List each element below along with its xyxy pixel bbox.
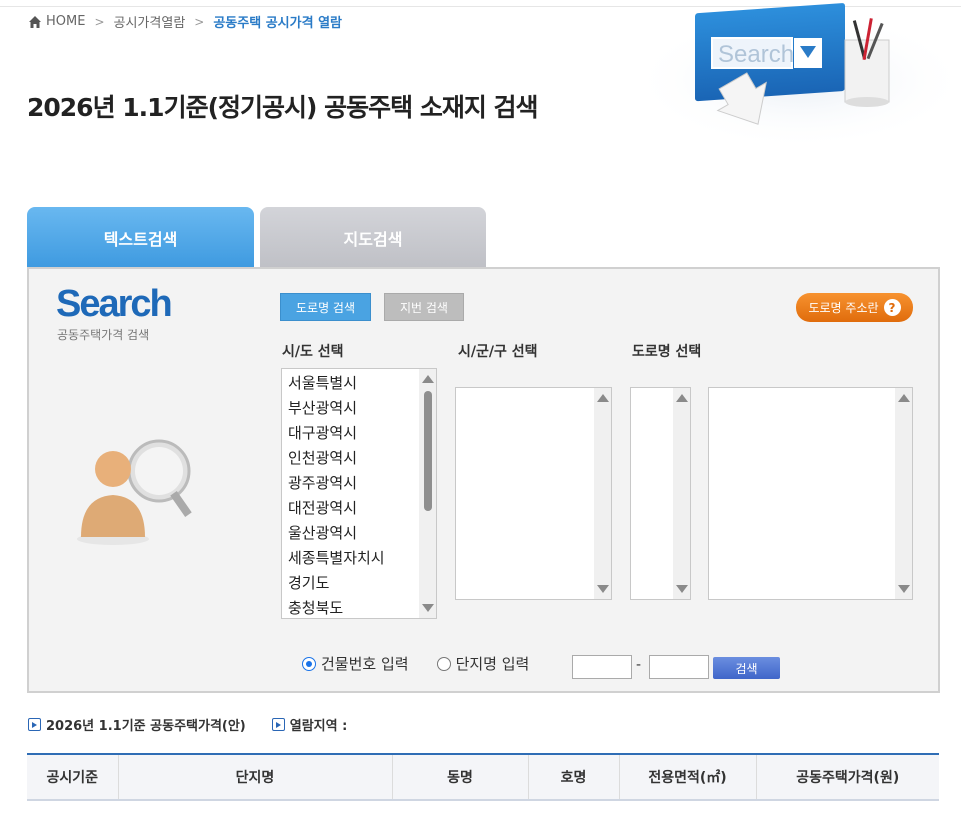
region-label: 열람지역 : — [289, 719, 348, 734]
chevron-right-icon: > — [194, 14, 205, 29]
arrow-box-icon — [271, 718, 285, 731]
col-complex: 단지명 — [118, 754, 393, 801]
sido-option[interactable]: 울산광역시 — [288, 521, 430, 546]
road-address-help-button[interactable]: 도로명 주소란 ? — [796, 293, 913, 322]
breadcrumb-current: 공동주택 공시가격 열람 — [213, 16, 342, 31]
col-price: 공동주택가격(원) — [756, 754, 939, 801]
road-initial-scrollbar[interactable] — [673, 388, 690, 599]
sido-option[interactable]: 부산광역시 — [288, 396, 430, 421]
sido-listbox[interactable]: 서울특별시 부산광역시 대구광역시 인천광역시 광주광역시 대전광역시 울산광역시 세종특별자… — [281, 368, 437, 619]
sido-option[interactable]: 세종특별자치시 — [288, 546, 430, 571]
sido-option[interactable]: 충청북도 — [288, 596, 430, 618]
complex-name-radio[interactable] — [436, 656, 451, 671]
scroll-up-icon[interactable] — [898, 394, 910, 402]
building-sub-number-input[interactable] — [649, 655, 709, 679]
road-name-scrollbar[interactable] — [895, 388, 912, 599]
search-monitor-illustration: Search — [630, 3, 950, 150]
scroll-down-icon[interactable] — [597, 585, 609, 593]
number-dash: - — [636, 657, 642, 673]
arrow-box-icon — [28, 718, 41, 731]
sido-option[interactable]: 인천광역시 — [288, 446, 430, 471]
result-info: 2026년 1.1기준 공동주택가격(안) 열람지역 : — [28, 715, 347, 734]
sido-scrollbar[interactable] — [419, 369, 436, 618]
breadcrumb: HOME > 공시가격열람 > 공동주택 공시가격 열람 — [28, 12, 342, 31]
breadcrumb-home[interactable]: HOME — [46, 14, 85, 29]
sigungu-scrollbar[interactable] — [594, 388, 611, 599]
search-panel: Search 공동주택가격 검색 도로명 검색 지번 검색 도로명 주소란 ? … — [27, 267, 940, 693]
complex-name-label[interactable]: 단지명 입력 — [456, 653, 530, 674]
page-title: 2026년 1.1기준(정기공시) 공동주택 소재지 검색 — [27, 93, 539, 122]
col-basis: 공시기준 — [27, 754, 119, 801]
search-logo: Search — [56, 283, 173, 325]
breadcrumb-level1[interactable]: 공시가격열람 — [114, 12, 186, 31]
home-icon — [29, 15, 41, 28]
sido-options: 서울특별시 부산광역시 대구광역시 인천광역시 광주광역시 대전광역시 울산광역시 세종특별자… — [282, 369, 436, 618]
search-button[interactable]: 검색 — [713, 657, 780, 679]
road-search-button[interactable]: 도로명 검색 — [280, 293, 371, 321]
sigungu-label: 시/군/구 선택 — [458, 344, 538, 360]
price-basis-label: 2026년 1.1기준 공동주택가격(안) — [46, 719, 246, 734]
sido-option[interactable]: 경기도 — [288, 571, 430, 596]
scroll-up-icon[interactable] — [422, 375, 434, 383]
table-header-row: 공시기준 단지명 동명 호명 전용면적(㎡) 공동주택가격(원) — [27, 754, 939, 801]
person-magnifier-illustration — [77, 439, 192, 545]
road-label: 도로명 선택 — [632, 344, 702, 360]
tab-text-search[interactable]: 텍스트검색 — [27, 207, 254, 268]
col-ho: 호명 — [528, 754, 620, 801]
sido-option[interactable]: 대구광역시 — [288, 421, 430, 446]
sido-label: 시/도 선택 — [282, 344, 344, 360]
lot-search-button[interactable]: 지번 검색 — [384, 293, 464, 321]
sido-option[interactable]: 대전광역시 — [288, 496, 430, 521]
question-icon: ? — [883, 299, 901, 316]
result-table: 공시기준 단지명 동명 호명 전용면적(㎡) 공동주택가격(원) — [27, 753, 939, 801]
scroll-up-icon[interactable] — [597, 394, 609, 402]
scroll-up-icon[interactable] — [676, 394, 688, 402]
road-address-help-label: 도로명 주소란 — [808, 301, 879, 315]
scroll-thumb[interactable] — [424, 391, 432, 511]
building-main-number-input[interactable] — [572, 655, 632, 679]
input-type-radios: 건물번호 입력 단지명 입력 — [302, 653, 529, 674]
building-number-radio[interactable] — [302, 656, 316, 671]
col-dong: 동명 — [392, 754, 529, 801]
tab-map-search[interactable]: 지도검색 — [260, 207, 486, 268]
road-initial-listbox[interactable] — [630, 387, 691, 600]
scroll-down-icon[interactable] — [898, 585, 910, 593]
col-area: 전용면적(㎡) — [619, 754, 757, 801]
sigungu-listbox[interactable] — [455, 387, 612, 600]
sido-option[interactable]: 광주광역시 — [288, 471, 430, 496]
sido-option[interactable]: 서울특별시 — [288, 371, 430, 396]
search-logo-subtitle: 공동주택가격 검색 — [57, 328, 150, 342]
header-search-text: Search — [718, 41, 794, 68]
scroll-down-icon[interactable] — [422, 604, 434, 612]
building-number-label[interactable]: 건물번호 입력 — [321, 653, 409, 674]
chevron-right-icon: > — [94, 14, 105, 29]
scroll-down-icon[interactable] — [676, 585, 688, 593]
road-name-listbox[interactable] — [708, 387, 913, 600]
